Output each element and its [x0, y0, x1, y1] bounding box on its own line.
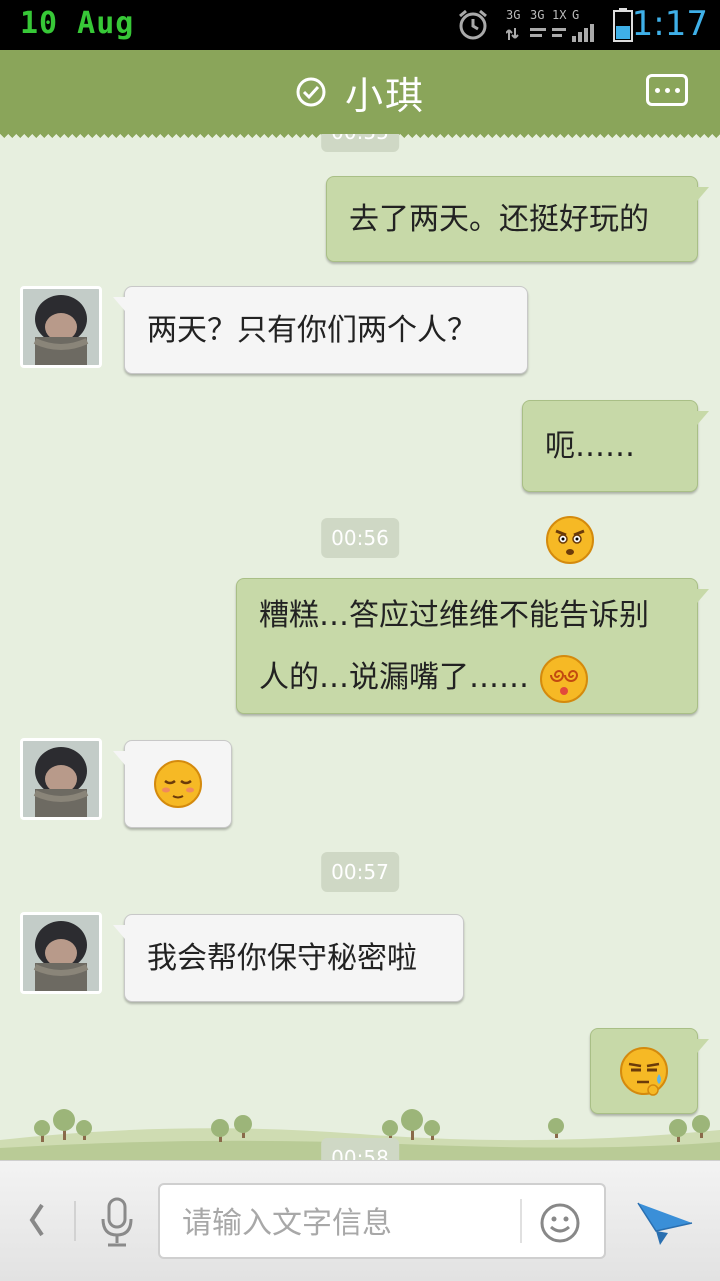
more-button[interactable]: [646, 74, 688, 106]
avatar-photo: [23, 289, 99, 365]
message-input[interactable]: [180, 1199, 514, 1247]
chevron-left-icon[interactable]: [22, 1197, 52, 1243]
net-label-4: G: [572, 8, 580, 22]
signal-icon: 3G 3G 1X G: [506, 8, 602, 42]
message-bubble-received[interactable]: [113, 740, 232, 828]
check-circle-icon: [296, 77, 326, 107]
avatar[interactable]: [20, 912, 102, 994]
more-dots-icon: [654, 87, 660, 93]
alarm-icon: [459, 9, 487, 40]
timestamp: 00:55: [321, 134, 399, 152]
message-bubble-sent[interactable]: 糟糕…答应过维维不能告诉别 人的…说漏嘴了……: [236, 578, 709, 714]
status-time: 1:17: [631, 4, 708, 44]
message-text: 人的…说漏嘴了……: [259, 660, 529, 695]
sweat-face-emoji: [620, 1047, 668, 1096]
message-text: 呃……: [545, 429, 635, 464]
status-date: 10 Aug: [20, 6, 135, 41]
title-wrap: 小琪: [0, 50, 720, 134]
net-label-3: 1X: [552, 8, 567, 22]
message-bubble-sent[interactable]: 呃……: [522, 400, 709, 564]
avatar[interactable]: [20, 738, 102, 820]
battery-icon: [613, 8, 633, 42]
angry-face-emoji: [546, 515, 594, 564]
smiley-icon[interactable]: [538, 1201, 582, 1245]
message-text: 我会帮你保守秘密啦: [147, 941, 417, 976]
message-text-line-2: 人的…说漏嘴了……: [259, 647, 675, 709]
message-text: 去了两天。还挺好玩的: [349, 202, 649, 237]
avatar-photo: [23, 741, 99, 817]
input-bar: [0, 1160, 720, 1281]
message-bubble-sent[interactable]: 去了两天。还挺好玩的: [326, 176, 709, 262]
dizzy-face-emoji: [539, 654, 588, 703]
net-label-2: 3G: [530, 8, 545, 22]
message-bubble-received[interactable]: 我会帮你保守秘密啦: [113, 914, 464, 1002]
status-bar: 10 Aug 3G 3G 1X G 1:17: [0, 0, 720, 50]
divider: [520, 1199, 522, 1243]
message-input-box[interactable]: [158, 1183, 606, 1259]
avatar[interactable]: [20, 286, 102, 368]
contact-name: 小琪: [344, 73, 425, 118]
timestamp: 00:58: [321, 1138, 399, 1160]
microphone-icon[interactable]: [96, 1195, 138, 1249]
message-text: 两天？只有你们两个人？: [147, 313, 477, 348]
send-plane-icon[interactable]: [636, 1195, 694, 1247]
message-text-line-1: 糟糕…答应过维维不能告诉别: [259, 598, 649, 633]
relieved-face-emoji: [154, 760, 202, 808]
timestamp: 00:56: [321, 518, 399, 558]
divider: [74, 1201, 76, 1241]
message-list[interactable]: 00:55 去了两天。还挺好玩的 两天？只有你们两个人？ 呃…… 00:56: [0, 134, 720, 1160]
timestamp: 00:57: [321, 852, 399, 892]
chat-header: 小琪: [0, 50, 720, 142]
avatar-photo: [23, 915, 99, 991]
message-bubble-received[interactable]: 两天？只有你们两个人？: [113, 286, 528, 374]
net-label-1: 3G: [506, 8, 521, 22]
